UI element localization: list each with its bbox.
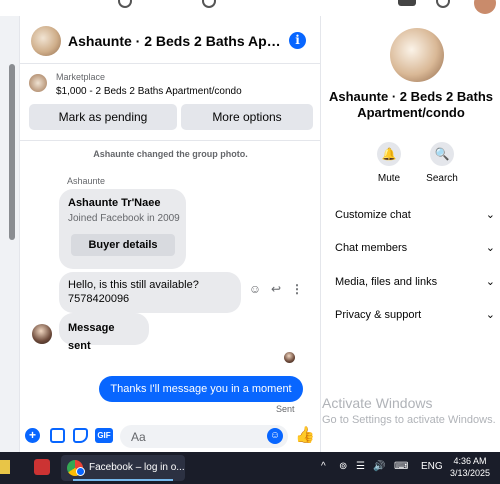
- message-placeholder: Aa: [131, 430, 146, 444]
- clock-time: 4:36 AM: [453, 456, 487, 466]
- activate-windows-subtitle: Go to Settings to activate Windows.: [322, 414, 496, 426]
- sticker-icon[interactable]: [73, 428, 88, 443]
- sender-avatar[interactable]: [32, 324, 52, 344]
- conversation-avatar[interactable]: [31, 26, 61, 56]
- gif-icon[interactable]: GIF: [95, 428, 113, 443]
- message-list: Ashaunte changed the group photo. Ashaun…: [20, 142, 321, 418]
- section-privacy-support[interactable]: Privacy & support ⌄: [335, 309, 495, 321]
- browser-top-strip: [0, 0, 500, 16]
- taskbar-app-icon[interactable]: [0, 460, 10, 474]
- active-indicator: [73, 479, 173, 481]
- taskbar-app-icon[interactable]: [34, 459, 50, 475]
- notification-icon[interactable]: [436, 0, 450, 8]
- info-icon[interactable]: i: [289, 32, 306, 49]
- emoji-icon[interactable]: ☺: [267, 428, 283, 444]
- taskbar: Facebook – log in o... ^ ⊚ ☰ 🔊 ⌨ ENG 4:3…: [0, 452, 500, 484]
- tab-icon[interactable]: [118, 0, 132, 8]
- plus-icon[interactable]: +: [25, 428, 40, 443]
- buyer-details-button[interactable]: Buyer details: [71, 234, 175, 256]
- sent-status: Sent: [276, 404, 295, 414]
- conversation-title[interactable]: Ashaunte · 2 Beds 2 Baths Apartm…: [68, 33, 283, 49]
- like-icon[interactable]: 👍: [295, 427, 315, 445]
- info-avatar[interactable]: [390, 28, 444, 82]
- listing-thumbnail[interactable]: [29, 74, 47, 92]
- outgoing-message[interactable]: Thanks I'll message you in a moment: [99, 376, 303, 402]
- section-media-files[interactable]: Media, files and links ⌄: [335, 276, 495, 288]
- chevron-down-icon: ⌄: [485, 276, 495, 288]
- clock[interactable]: 4:36 AM 3/13/2025: [446, 455, 494, 479]
- system-notice: Ashaunte changed the group photo.: [93, 149, 248, 159]
- taskbar-chrome-button[interactable]: Facebook – log in o...: [61, 455, 185, 481]
- apps-icon[interactable]: [398, 0, 416, 6]
- section-chat-members[interactable]: Chat members ⌄: [335, 242, 495, 254]
- mark-as-pending-button[interactable]: Mark as pending: [29, 104, 177, 130]
- buyer-joined: Joined Facebook in 2009: [68, 213, 180, 224]
- more-icon[interactable]: ⋮: [290, 282, 304, 296]
- more-options-button[interactable]: More options: [181, 104, 313, 130]
- section-label: Customize chat: [335, 209, 411, 221]
- listing-description[interactable]: $1,000 - 2 Beds 2 Baths Apartment/condo: [56, 86, 242, 97]
- chevron-down-icon: ⌄: [485, 209, 495, 221]
- reply-icon[interactable]: ↩: [269, 282, 283, 296]
- sender-name: Ashaunte: [67, 176, 106, 186]
- chat-header: Ashaunte · 2 Beds 2 Baths Apartm… i: [20, 16, 321, 64]
- marketplace-label: Marketplace: [56, 72, 106, 82]
- composer: + GIF Aa ☺ 👍: [20, 422, 321, 452]
- section-customize-chat[interactable]: Customize chat ⌄: [335, 209, 495, 221]
- marketplace-banner: Marketplace $1,000 - 2 Beds 2 Baths Apar…: [20, 65, 321, 141]
- incoming-message[interactable]: Message sent: [59, 313, 149, 352]
- profile-avatar[interactable]: [474, 0, 496, 14]
- info-title: Ashaunte · 2 Beds 2 Baths Apartment/cond…: [329, 89, 493, 120]
- tray-icon[interactable]: ⊚: [339, 461, 347, 472]
- search-icon[interactable]: 🔍: [430, 142, 454, 166]
- incoming-message[interactable]: Hello, is this still available? 75784200…: [59, 272, 241, 313]
- taskbar-window-title: Facebook – log in o...: [89, 462, 185, 473]
- reaction-icon[interactable]: ☺: [248, 282, 262, 296]
- seen-avatar: [284, 352, 295, 363]
- search-label[interactable]: Search: [417, 173, 467, 184]
- wifi-icon[interactable]: ☰: [356, 461, 365, 472]
- section-label: Media, files and links: [335, 276, 438, 288]
- language-indicator[interactable]: ENG: [421, 461, 443, 472]
- activate-windows-title: Activate Windows: [322, 395, 433, 411]
- info-panel: Ashaunte · 2 Beds 2 Baths Apartment/cond…: [322, 16, 500, 452]
- page-scrollbar[interactable]: [9, 64, 15, 240]
- image-icon[interactable]: [50, 428, 65, 443]
- keyboard-icon[interactable]: ⌨: [394, 461, 408, 472]
- clock-date: 3/13/2025: [449, 468, 491, 478]
- facebook-icon: [76, 467, 85, 476]
- chat-pane: Ashaunte · 2 Beds 2 Baths Apartm… i Mark…: [20, 16, 337, 452]
- volume-icon[interactable]: 🔊: [373, 461, 385, 472]
- buyer-card: Ashaunte Tr'Naee Joined Facebook in 2009…: [59, 189, 186, 269]
- bell-icon[interactable]: 🔔: [377, 142, 401, 166]
- chevron-down-icon: ⌄: [485, 242, 495, 254]
- mute-label[interactable]: Mute: [364, 173, 414, 184]
- chevron-down-icon: ⌄: [485, 309, 495, 321]
- buyer-name: Ashaunte Tr'Naee: [68, 197, 161, 209]
- tab-icon[interactable]: [202, 0, 216, 8]
- message-input[interactable]: Aa ☺: [120, 425, 288, 448]
- section-label: Chat members: [335, 242, 408, 254]
- section-label: Privacy & support: [335, 309, 422, 321]
- chevron-up-icon[interactable]: ^: [321, 461, 326, 472]
